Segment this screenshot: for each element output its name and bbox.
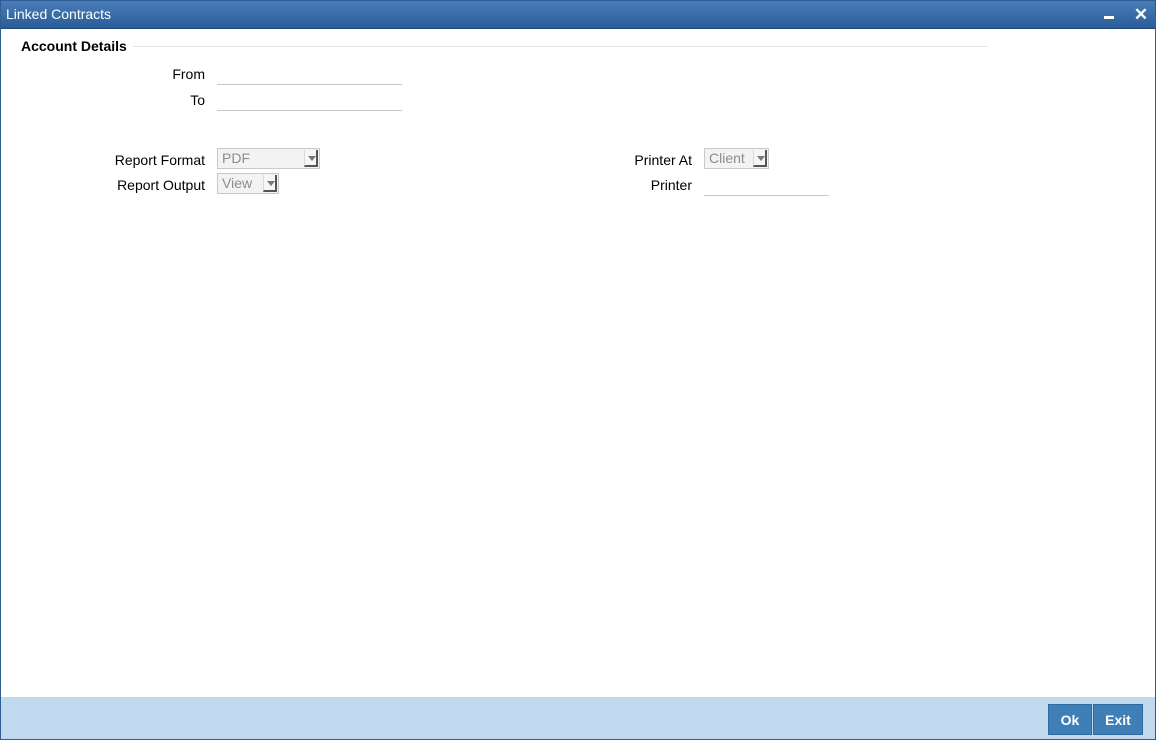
from-label: From	[172, 66, 205, 82]
section-title-account-details: Account Details	[21, 38, 133, 54]
minimize-button[interactable]	[1099, 4, 1121, 26]
chevron-down-icon	[753, 150, 767, 167]
printer-at-label: Printer At	[634, 152, 692, 168]
chevron-down-icon	[263, 175, 277, 192]
close-button[interactable]: ✕	[1130, 4, 1152, 26]
report-output-value: View	[222, 175, 253, 191]
close-icon: ✕	[1133, 5, 1149, 24]
linked-contracts-window: Linked Contracts ✕ Account Details From …	[0, 0, 1156, 740]
footer-bar	[1, 697, 1155, 739]
chevron-down-icon	[304, 150, 318, 167]
printer-at-value: Client	[709, 150, 745, 166]
printer-input[interactable]	[704, 176, 829, 196]
report-output-label: Report Output	[117, 177, 205, 193]
report-output-select[interactable]: View	[217, 173, 279, 194]
exit-button[interactable]: Exit	[1093, 704, 1143, 735]
title-bar: Linked Contracts ✕	[1, 1, 1155, 29]
printer-label: Printer	[650, 177, 692, 193]
printer-at-select[interactable]: Client	[704, 148, 769, 169]
from-input[interactable]	[217, 65, 402, 85]
window-title: Linked Contracts	[6, 6, 112, 22]
report-format-value: PDF	[222, 150, 250, 166]
ok-button[interactable]: Ok	[1048, 704, 1092, 735]
report-format-select[interactable]: PDF	[217, 148, 320, 169]
report-format-label: Report Format	[114, 152, 205, 168]
to-label: To	[190, 92, 205, 108]
minimize-icon	[1104, 16, 1114, 19]
to-input[interactable]	[217, 91, 402, 111]
section-divider	[21, 46, 988, 47]
